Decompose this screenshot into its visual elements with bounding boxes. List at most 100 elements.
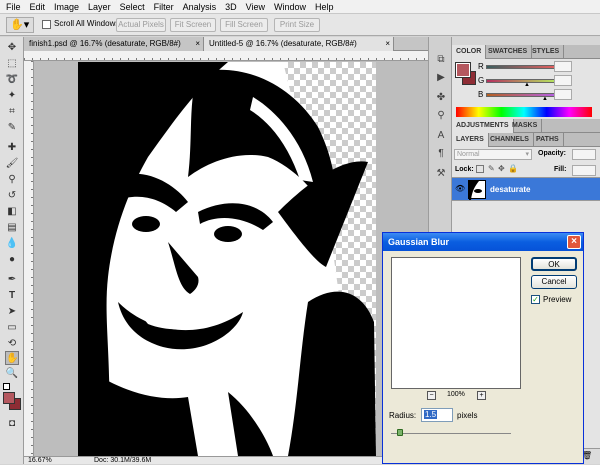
radius-input[interactable]: 1.5 — [421, 408, 453, 422]
hand-tool-icon[interactable]: ✋ — [5, 351, 19, 365]
document-canvas[interactable] — [78, 62, 376, 456]
options-bar: ✋▾ Scroll All Windows Actual Pixels Fit … — [0, 14, 600, 36]
blend-mode-select[interactable]: Normal ▾ — [454, 149, 532, 160]
green-channel-label: G — [478, 76, 485, 85]
blur-preview-area[interactable] — [391, 257, 521, 389]
menu-window[interactable]: Window — [271, 0, 312, 14]
horizontal-ruler — [24, 51, 428, 61]
path-selection-tool-icon[interactable]: ➤ — [5, 305, 19, 319]
red-value-field[interactable] — [554, 61, 572, 72]
foreground-color-swatch[interactable] — [3, 392, 15, 404]
menu-edit[interactable]: Edit — [27, 0, 52, 14]
eyedropper-tool-icon[interactable]: ✎ — [5, 121, 19, 135]
lock-image-icon[interactable]: ✎ — [488, 164, 495, 173]
zoom-in-button[interactable]: + — [477, 391, 486, 400]
move-tool-icon[interactable]: ✥ — [5, 41, 19, 55]
vertical-ruler — [24, 61, 34, 456]
history-brush-tool-icon[interactable]: ↺ — [5, 189, 19, 203]
radius-label: Radius: — [389, 411, 417, 420]
tab-paths[interactable]: PATHS — [532, 133, 564, 147]
clone-stamp-tool-icon[interactable]: ⚲ — [5, 173, 19, 187]
pen-tool-icon[interactable]: ✒ — [5, 273, 19, 287]
lock-transparent-icon[interactable] — [476, 165, 484, 173]
blue-slider-thumb[interactable]: ▲ — [542, 96, 548, 102]
crop-tool-icon[interactable]: ⌗ — [5, 105, 19, 119]
lock-position-icon[interactable]: ✥ — [498, 164, 505, 173]
menu-3d[interactable]: 3D — [222, 0, 243, 14]
tab-masks[interactable]: MASKS — [508, 119, 543, 133]
default-colors-icon[interactable] — [3, 383, 10, 390]
green-value-field[interactable] — [554, 75, 572, 86]
color-panel-tabs: COLOR SWATCHES STYLES — [452, 45, 600, 59]
tab-channels[interactable]: CHANNELS — [486, 133, 534, 147]
tab-finish1[interactable]: finish1.psd @ 16.7% (desaturate, RGB/8#)… — [24, 37, 204, 51]
quick-mask-icon[interactable]: ◘ — [5, 417, 19, 431]
character-panel-icon[interactable]: A — [434, 129, 448, 143]
print-size-button[interactable]: Print Size — [274, 18, 320, 32]
dodge-tool-icon[interactable]: ● — [5, 253, 19, 267]
hand-tool-preset-icon[interactable]: ✋▾ — [6, 17, 34, 33]
clone-source-panel-icon[interactable]: ⚲ — [434, 109, 448, 123]
fill-field[interactable] — [572, 165, 596, 176]
menu-select[interactable]: Select — [117, 0, 151, 14]
tab-styles[interactable]: STYLES — [528, 45, 565, 59]
type-tool-icon[interactable]: T — [5, 289, 19, 303]
green-slider-thumb[interactable]: ▲ — [524, 82, 530, 88]
actions-panel-icon[interactable]: ▶ — [434, 71, 448, 85]
ok-button[interactable]: OK — [531, 257, 577, 271]
status-bar: 16.67% Doc: 30.1M/39.6M — [24, 456, 428, 464]
tab-close-icon[interactable]: × — [385, 37, 390, 51]
radius-slider-track[interactable] — [391, 433, 511, 434]
color-spectrum-bar[interactable] — [456, 107, 592, 117]
blue-value-field[interactable] — [554, 89, 572, 100]
healing-brush-tool-icon[interactable]: ✚ — [5, 141, 19, 155]
fill-screen-button[interactable]: Fill Screen — [220, 18, 268, 32]
panel-fg-color-swatch[interactable] — [455, 62, 471, 78]
menu-file[interactable]: File — [3, 0, 27, 14]
opacity-field[interactable] — [572, 149, 596, 160]
scroll-all-windows-checkbox[interactable] — [42, 20, 51, 29]
3d-rotate-tool-icon[interactable]: ⟲ — [5, 337, 19, 351]
menu-layer[interactable]: Layer — [85, 0, 117, 14]
shape-tool-icon[interactable]: ▭ — [5, 321, 19, 335]
zoom-out-button[interactable]: − — [427, 391, 436, 400]
cancel-button[interactable]: Cancel — [531, 275, 577, 289]
tab-layers[interactable]: LAYERS — [452, 133, 489, 147]
tab-swatches[interactable]: SWATCHES — [484, 45, 533, 59]
magic-wand-tool-icon[interactable]: ✦ — [5, 89, 19, 103]
zoom-tool-icon[interactable]: 🔍 — [5, 367, 19, 381]
menu-image[interactable]: Image — [51, 0, 85, 14]
portrait-image — [78, 62, 376, 456]
menu-analysis[interactable]: Analysis — [180, 0, 223, 14]
tab-color[interactable]: COLOR — [452, 45, 487, 59]
brush-tool-icon[interactable]: 🖌 — [5, 157, 19, 171]
lasso-tool-icon[interactable]: ➰ — [5, 73, 19, 87]
tool-presets-panel-icon[interactable]: ⚒ — [434, 167, 448, 181]
radius-unit: pixels — [457, 411, 478, 420]
tab-untitled-5[interactable]: Untitled-5 @ 16.7% (desaturate, RGB/8#) … — [204, 37, 394, 51]
tab-close-icon[interactable]: × — [195, 37, 200, 51]
brushes-panel-icon[interactable]: ✤ — [434, 91, 448, 105]
fit-screen-button[interactable]: Fit Screen — [170, 18, 216, 32]
paragraph-panel-icon[interactable]: ¶ — [434, 147, 448, 161]
tab-adjustments[interactable]: ADJUSTMENTS — [452, 119, 514, 133]
layer-row-desaturate[interactable]: 👁 desaturate — [452, 177, 600, 201]
adjustments-panel-tabs: ADJUSTMENTS MASKS — [452, 119, 600, 133]
actual-pixels-button[interactable]: Actual Pixels — [116, 18, 166, 32]
menu-help[interactable]: Help — [312, 0, 340, 14]
gradient-tool-icon[interactable]: ▤ — [5, 221, 19, 235]
layers-panel-tabs: LAYERS CHANNELS PATHS — [452, 133, 600, 147]
menu-view[interactable]: View — [243, 0, 271, 14]
history-panel-icon[interactable]: ⧉ — [434, 53, 448, 67]
blur-tool-icon[interactable]: 💧 — [5, 237, 19, 251]
close-icon[interactable]: × — [567, 235, 581, 249]
preview-checkbox[interactable]: ✓ — [531, 295, 540, 304]
menu-filter[interactable]: Filter — [151, 0, 180, 14]
eye-visibility-icon[interactable]: 👁 — [455, 184, 465, 193]
eraser-tool-icon[interactable]: ◧ — [5, 205, 19, 219]
lock-all-icon[interactable]: 🔒 — [508, 164, 518, 173]
layer-name[interactable]: desaturate — [490, 185, 530, 194]
dialog-title[interactable]: Gaussian Blur — [383, 233, 583, 251]
radius-slider-thumb[interactable] — [397, 429, 403, 436]
marquee-tool-icon[interactable]: ⬚ — [5, 57, 19, 71]
